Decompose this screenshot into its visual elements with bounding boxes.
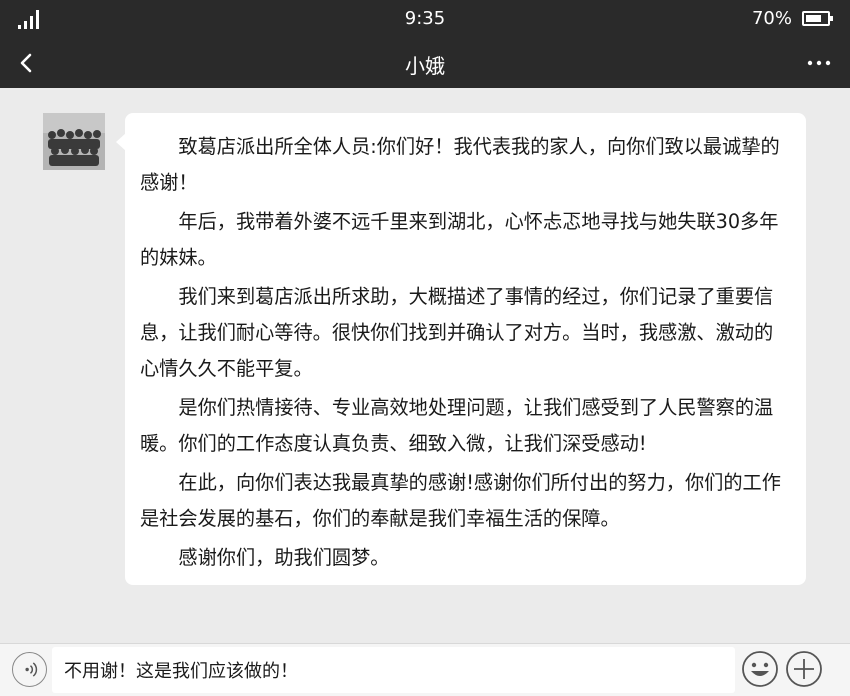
battery-icon xyxy=(802,11,833,26)
chat-title: 小娥 xyxy=(405,54,445,78)
message-bubble[interactable]: 致葛店派出所全体人员:你们好！我代表我的家人，向你们致以最诚挚的感谢！ 年后，我… xyxy=(116,113,806,585)
message-paragraph: 年后，我带着外婆不远千里来到湖北，心怀忐忑地寻找与她失联30多年的妹妹。 xyxy=(140,210,779,269)
plus-icon[interactable] xyxy=(785,650,823,688)
message-paragraph: 我们来到葛店派出所求助，大概描述了事情的经过，你们记录了重要信息，让我们耐心等待… xyxy=(140,285,774,380)
top-bar: 9:35 70% 小娥 xyxy=(0,0,850,88)
message-paragraph: 感谢你们，助我们圆梦。 xyxy=(178,546,390,569)
chat-header: 小娥 xyxy=(0,38,850,88)
message-input[interactable] xyxy=(52,647,735,693)
status-time: 9:35 xyxy=(404,8,446,29)
emoji-icon[interactable] xyxy=(741,650,779,688)
message-paragraph: 致葛店派出所全体人员:你们好！我代表我的家人，向你们致以最诚挚的感谢！ xyxy=(140,135,780,194)
status-bar: 9:35 70% xyxy=(0,0,850,38)
battery-percentage: 70% xyxy=(751,8,792,29)
avatar[interactable] xyxy=(43,113,105,170)
message-paragraph: 是你们热情接待、专业高效地处理问题，让我们感受到了人民警察的温暖。你们的工作态度… xyxy=(140,396,774,455)
message-paragraph: 在此，向你们表达我最真挚的感谢!感谢你们所付出的努力，你们的工作是社会发展的基石… xyxy=(140,471,781,530)
input-bar xyxy=(0,643,850,696)
more-icon[interactable] xyxy=(806,52,832,74)
voice-icon[interactable] xyxy=(12,652,47,687)
